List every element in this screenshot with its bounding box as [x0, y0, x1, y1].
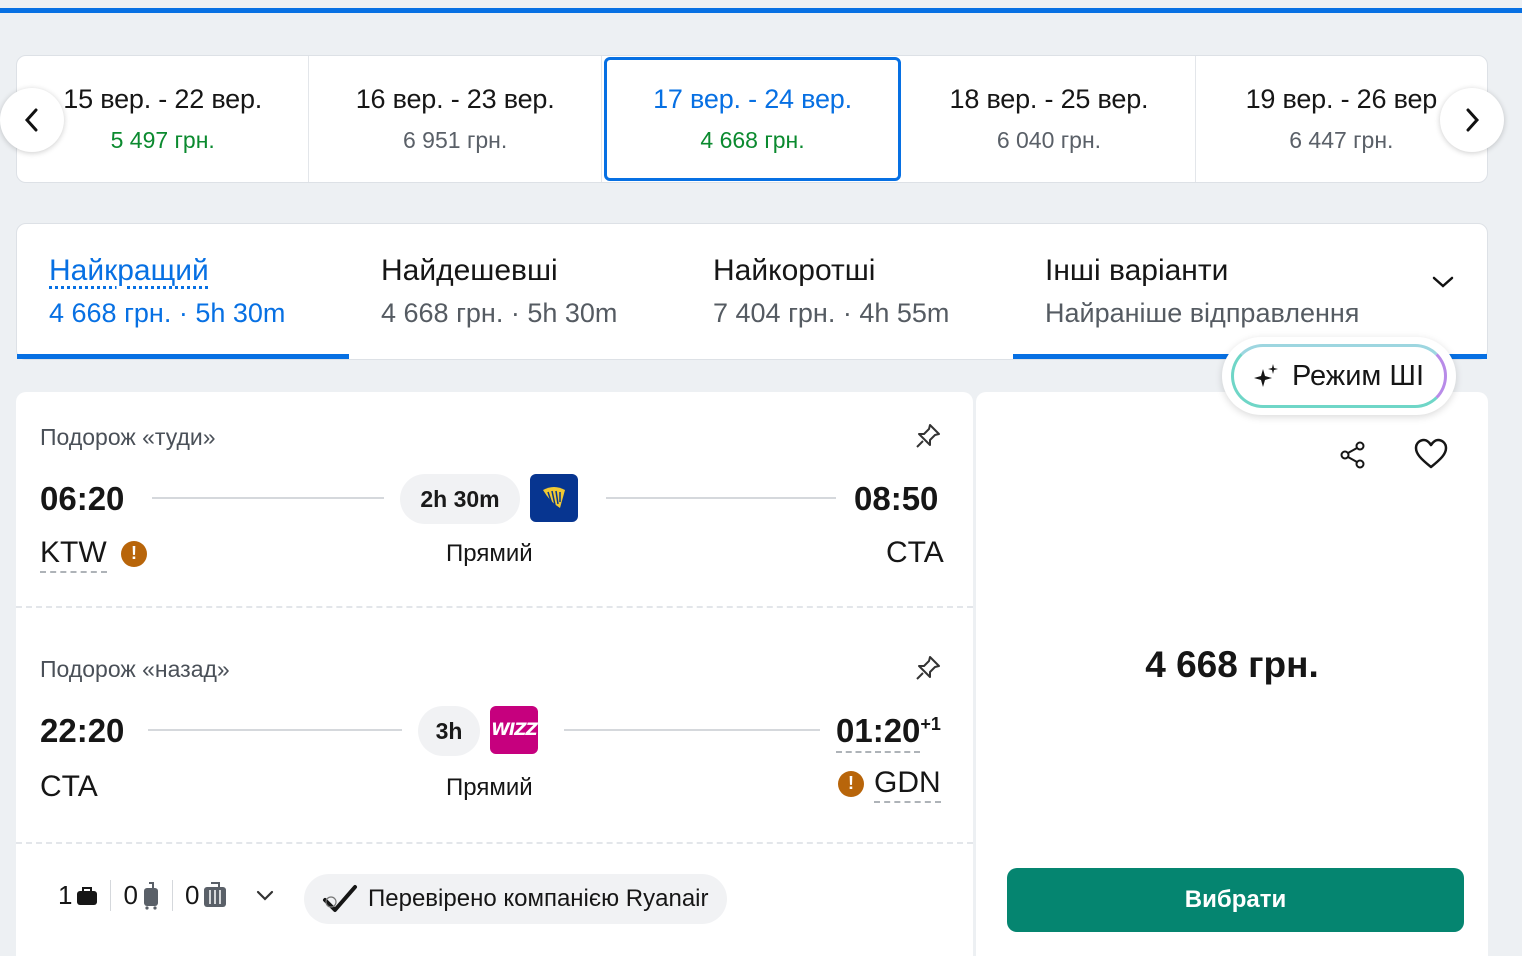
airport-code: KTW [40, 536, 107, 573]
ryanair-logo [530, 474, 578, 522]
itinerary-card[interactable]: Подорож «туди» 06:20 2h 30m 08:50 KTW ! … [16, 392, 973, 956]
tab-subtitle: Найраніше відправлення [1045, 298, 1360, 328]
depart-airport: KTW ! [40, 536, 147, 573]
checked-bag-count: 0 [184, 880, 200, 910]
day-offset: +1 [920, 714, 941, 734]
ai-mode-inner: Режим ШІ [1231, 344, 1447, 408]
personal-item-count: 1 [58, 880, 73, 910]
chevron-down-icon[interactable] [255, 889, 275, 903]
route-line [148, 729, 402, 731]
tab-best[interactable]: Найкращий 4 668 грн. · 5h 30m [17, 224, 349, 359]
date-range: 16 вер. - 23 вер. [355, 84, 555, 114]
route-line [606, 497, 836, 499]
ai-mode-label: Режим ШІ [1291, 359, 1425, 392]
tab-title: Інші варіанти [1045, 254, 1229, 287]
depart-time: 06:20 [40, 480, 125, 517]
baggage-summary[interactable]: 1 0 0 [46, 880, 275, 911]
date-range: 15 вер. - 22 вер. [63, 84, 263, 114]
arrive-time: 08:50 [854, 480, 939, 517]
chevron-right-icon [1466, 108, 1480, 132]
warning-icon[interactable]: ! [838, 770, 864, 797]
price-panel: 4 668 грн. Вибрати [976, 392, 1488, 956]
depart-time: 22:20 [40, 712, 125, 749]
tab-subtitle: 7 404 грн. · 4h 55m [713, 298, 950, 328]
next-dates-button[interactable] [1440, 88, 1504, 152]
date-range: 17 вер. - 24 вер. [653, 84, 852, 114]
pin-icon[interactable] [914, 422, 942, 450]
arrive-airport: ! GDN [838, 766, 941, 803]
verified-badge[interactable]: Перевірено компанією Ryanair [304, 874, 727, 924]
sparkle-icon [1253, 364, 1278, 387]
route-line [152, 497, 384, 499]
stops-label: Прямий [446, 540, 533, 567]
share-icon[interactable] [1338, 440, 1368, 470]
arrive-airport: CTA [886, 536, 944, 569]
wizz-logo-mark: WIZZ [491, 720, 538, 740]
route-line [564, 729, 820, 731]
date-price: 6 040 грн. [996, 127, 1102, 153]
chevron-down-icon [1432, 276, 1454, 288]
divider [16, 606, 973, 608]
personal-item: 1 [46, 880, 112, 911]
duration-badge: 2h 30m [400, 474, 520, 524]
date-price: 5 497 грн. [110, 127, 215, 153]
tab-cheapest[interactable]: Найдешевші 4 668 грн. · 5h 30m [349, 224, 681, 359]
date-option-selected[interactable]: 17 вер. - 24 вер. 4 668 грн. [603, 57, 902, 181]
date-range: 18 вер. - 25 вер. [949, 84, 1149, 114]
warning-icon[interactable]: ! [121, 540, 147, 567]
heart-icon[interactable] [1413, 438, 1449, 470]
date-range: 19 вер. - 26 вер [1245, 84, 1438, 114]
tab-subtitle: 4 668 грн. · 5h 30m [49, 298, 286, 328]
date-option[interactable]: 18 вер. - 25 вер. 6 040 грн. [903, 56, 1196, 182]
harp-icon [543, 487, 565, 508]
arrive-time: 01:20+1 [836, 712, 941, 753]
bag-icon [77, 886, 98, 905]
prev-dates-button[interactable] [0, 88, 64, 152]
date-strip: 15 вер. - 22 вер. 5 497 грн. 16 вер. - 2… [16, 55, 1488, 183]
total-price: 4 668 грн. [1145, 644, 1319, 685]
top-accent-bar [0, 8, 1522, 13]
inbound-label: Подорож «назад» [40, 656, 230, 682]
airport-code: GDN [874, 766, 941, 803]
tab-title: Найдешевші [381, 254, 558, 287]
pin-icon[interactable] [914, 654, 942, 682]
stops-label: Прямий [446, 774, 533, 801]
cabin-bag: 0 [111, 880, 173, 911]
ai-mode-button[interactable]: Режим ШІ [1222, 337, 1456, 415]
date-option[interactable]: 16 вер. - 23 вер. 6 951 грн. [309, 56, 602, 182]
verified-text: Перевірено компанією Ryanair [368, 885, 709, 912]
cabin-bag-count: 0 [123, 880, 138, 910]
cabin-bag-icon [143, 881, 158, 910]
divider [16, 842, 973, 844]
date-price: 4 668 грн. [700, 127, 805, 153]
select-button[interactable]: Вибрати [1007, 868, 1464, 932]
date-price: 6 447 грн. [1289, 127, 1394, 153]
tab-subtitle: 4 668 грн. · 5h 30m [381, 298, 618, 328]
checked-bag-icon [204, 881, 227, 907]
checkmark-icon [323, 885, 357, 912]
depart-airport: CTA [40, 770, 98, 803]
arrive-time-value: 01:20 [836, 712, 921, 753]
chevron-left-icon [24, 108, 38, 132]
tab-title: Найкращий [49, 254, 209, 287]
wizz-logo: WIZZ [490, 706, 538, 754]
tab-title: Найкоротші [713, 254, 876, 287]
tab-fastest[interactable]: Найкоротші 7 404 грн. · 4h 55m [681, 224, 1013, 359]
outbound-label: Подорож «туди» [40, 424, 216, 450]
checked-bag: 0 [173, 880, 239, 911]
duration-badge: 3h [418, 706, 480, 756]
date-price: 6 951 грн. [403, 127, 508, 153]
